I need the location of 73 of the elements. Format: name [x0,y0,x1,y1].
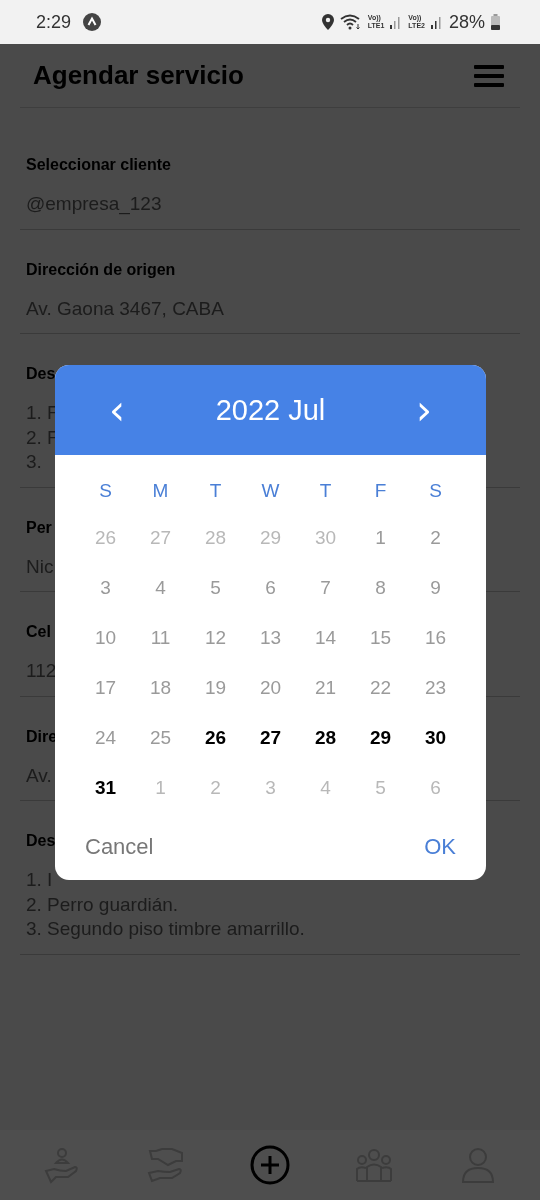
calendar-day[interactable]: 22 [353,663,408,713]
battery-icon [491,14,500,30]
weekday-label: F [373,479,388,503]
calendar-day[interactable]: 6 [408,763,463,813]
calendar-day[interactable]: 10 [78,613,133,663]
calendar-day[interactable]: 12 [188,613,243,663]
signal-icon [390,15,403,29]
calendar-day[interactable]: 8 [353,563,408,613]
calendar-day[interactable]: 1 [353,513,408,563]
add-icon [250,1145,290,1185]
calendar-day[interactable]: 16 [408,613,463,663]
calendar-day[interactable]: 15 [353,613,408,663]
page-title: Agendar servicio [33,60,244,91]
battery-percent: 28% [448,11,485,33]
ok-button[interactable]: OK [422,831,458,862]
weekday-label: T [318,479,333,503]
calendar-day[interactable]: 1 [133,763,188,813]
calendar-day[interactable]: 30 [408,713,463,763]
calendar-day[interactable]: 9 [408,563,463,613]
menu-icon[interactable] [474,63,504,88]
calendar-day[interactable]: 27 [133,513,188,563]
location-icon [321,14,334,30]
field-label: Cel [26,622,51,642]
calendar-day[interactable]: 2 [408,513,463,563]
calendar-day[interactable]: 28 [298,713,353,763]
weekday-label: M [151,479,170,503]
calendar-day[interactable]: 23 [408,663,463,713]
add-button[interactable] [250,1145,290,1185]
calendar-day[interactable]: 26 [188,713,243,763]
field-label: Seleccionar cliente [26,155,171,175]
calendar-day[interactable]: 7 [298,563,353,613]
calendar-day[interactable]: 20 [243,663,298,713]
calendar-day[interactable]: 18 [133,663,188,713]
calendar-day[interactable]: 25 [133,713,188,763]
field-label: Dirección de origen [26,259,176,280]
calendar-day[interactable]: 13 [243,613,298,663]
weekday-label: S [428,479,443,503]
weekday-label: S [98,479,113,503]
field-label: Des [26,364,56,384]
calendar-day[interactable]: 19 [188,663,243,713]
signal-icon [430,15,443,29]
calendar-day[interactable]: 4 [298,763,353,813]
calendar-day[interactable]: 3 [78,563,133,613]
field-label: Dire [26,726,58,747]
calendar-day[interactable]: 29 [243,513,298,563]
weekday-label: T [208,479,223,503]
calendar-day[interactable]: 29 [353,713,408,763]
calendar-day[interactable]: 26 [78,513,133,563]
calendar-day[interactable]: 27 [243,713,298,763]
field-label: Des [26,831,56,851]
calendar-day[interactable]: 24 [78,713,133,763]
calendar-day[interactable]: 2 [188,763,243,813]
calendar-day[interactable]: 6 [243,563,298,613]
previous-month-button[interactable]: ‹ [105,390,129,430]
calendar-day[interactable]: 31 [78,763,133,813]
month-title: 2022 Jul [215,393,326,427]
next-month-button[interactable]: › [412,390,436,430]
calendar-day[interactable]: 17 [78,663,133,713]
cancel-button[interactable]: Cancel [83,831,156,862]
wifi-icon [339,14,362,30]
field-label: Per [26,517,52,538]
status-time: 2:29 [36,11,72,33]
calendar-day[interactable]: 11 [133,613,188,663]
calendar-day[interactable]: 5 [188,563,243,613]
calendar-day[interactable]: 14 [298,613,353,663]
calendar-day[interactable]: 5 [353,763,408,813]
calendar-day[interactable]: 3 [243,763,298,813]
weekday-label: W [260,479,281,503]
app-notification-icon [83,13,102,31]
calendar-day[interactable]: 30 [298,513,353,563]
calendar-day[interactable]: 21 [298,663,353,713]
calendar-day[interactable]: 4 [133,563,188,613]
calendar-day[interactable]: 28 [188,513,243,563]
